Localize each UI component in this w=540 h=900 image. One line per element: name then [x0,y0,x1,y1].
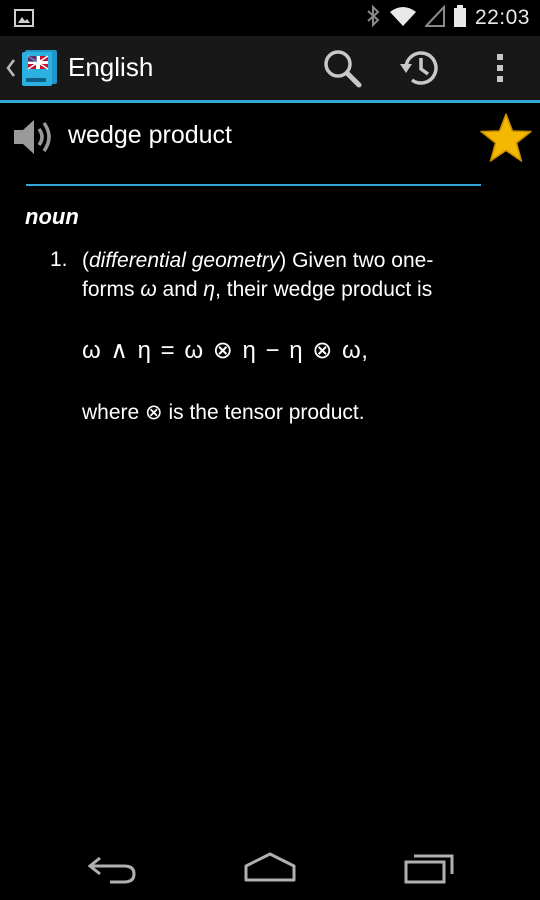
battery-icon [453,4,467,33]
status-bar: 22:03 [0,0,540,36]
definition-formula: ω ∧ η = ω ⊗ η − η ⊗ ω, [82,337,369,364]
back-icon[interactable] [80,848,144,888]
recent-apps-icon[interactable] [398,848,462,888]
dictionary-logo-icon[interactable] [20,48,60,88]
navigation-bar [0,836,540,900]
definition-text: (differential geometry) Given two one-fo… [82,249,434,301]
wifi-icon [389,5,417,32]
history-icon[interactable] [398,46,442,90]
app-title[interactable]: English [68,52,153,83]
cell-signal-icon [423,3,445,32]
bluetooth-icon [365,4,381,33]
definition-domain-label: differential geometry [89,249,280,272]
definition-note: where ⊗ is the tensor product. [82,401,365,424]
headword-row: wedge product [0,103,540,183]
search-icon[interactable] [320,46,364,90]
pronunciation-speaker-icon[interactable] [12,115,56,159]
image-notification-icon [14,8,34,33]
favorite-star-icon[interactable] [478,111,534,167]
status-clock: 22:03 [474,6,530,29]
headword: wedge product [68,121,233,149]
headword-divider [26,184,481,186]
up-caret-icon[interactable] [4,54,18,82]
part-of-speech: noun [25,204,79,229]
home-icon[interactable] [238,848,302,888]
definition-number: 1. [50,248,68,271]
overflow-menu-icon[interactable] [478,46,522,90]
action-bar: English [0,36,540,100]
